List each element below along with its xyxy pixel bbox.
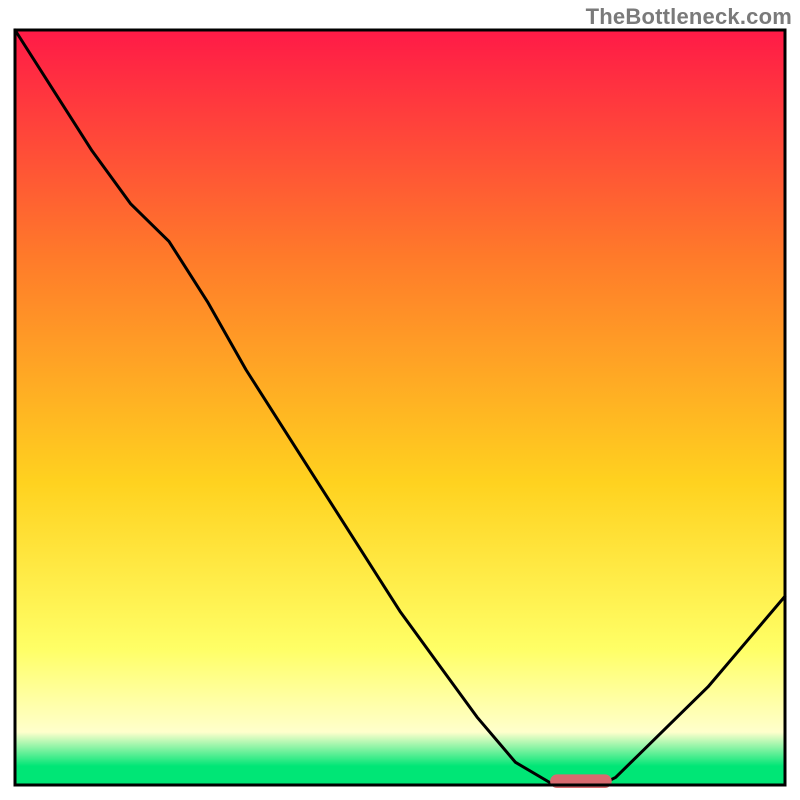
chart-background (15, 30, 785, 785)
bottleneck-chart: TheBottleneck.com (0, 0, 800, 800)
chart-svg (0, 0, 800, 800)
watermark-text: TheBottleneck.com (586, 4, 792, 30)
